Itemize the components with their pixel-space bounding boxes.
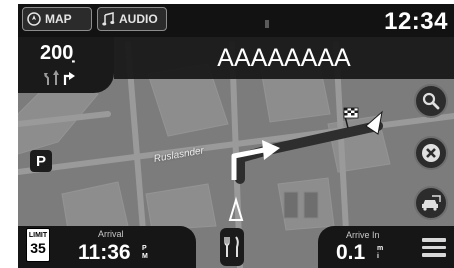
arrival-panel[interactable]: LIMIT 35 Arrival 11:36 P M — [18, 226, 196, 268]
navigation-screen: Ruslasnder MAP AUDIO 12:34 200̣ AAAAAAAA… — [18, 4, 454, 268]
parking-icon[interactable]: P — [30, 150, 52, 172]
arrive-in-value: 0.1 — [336, 241, 366, 264]
next-street-banner: AAAAAAAA — [114, 37, 454, 79]
arrive-in-label: Arrive In — [346, 230, 380, 240]
traffic-car-icon — [422, 195, 441, 211]
audio-tab[interactable]: AUDIO — [97, 7, 167, 31]
magnifier-icon — [422, 92, 440, 110]
map-tab-label: MAP — [45, 12, 72, 26]
status-bar: MAP AUDIO 12:34 — [18, 4, 454, 37]
close-icon — [422, 144, 440, 162]
clock: 12:34 — [384, 8, 448, 35]
map-tab[interactable]: MAP — [22, 7, 92, 31]
speed-limit-value: 35 — [30, 240, 46, 256]
arrival-label: Arrival — [98, 229, 124, 239]
cancel-route-button[interactable] — [414, 136, 448, 170]
hamburger-menu-icon[interactable] — [422, 238, 446, 260]
music-note-icon — [102, 12, 115, 26]
arrival-time: 11:36 — [78, 241, 131, 264]
fork-knife-icon — [224, 236, 239, 257]
arrive-in-unit: m i — [377, 245, 384, 260]
search-button[interactable] — [414, 84, 448, 118]
gps-signal-icon — [264, 16, 270, 34]
speed-limit-label: LIMIT — [28, 232, 48, 239]
trip-info-bar: LIMIT 35 Arrival 11:36 P M Arrive In 0.1… — [18, 226, 454, 268]
turn-distance: 200̣ — [40, 42, 74, 64]
compass-icon — [27, 12, 41, 26]
traffic-button[interactable] — [414, 186, 448, 220]
next-turn-panel[interactable]: 200̣ — [18, 37, 114, 93]
food-button[interactable] — [220, 228, 244, 266]
arrival-ampm: P M — [142, 245, 148, 260]
arrive-in-panel[interactable]: Arrive In 0.1 m i — [318, 226, 454, 268]
speed-limit-sign: LIMIT 35 — [26, 228, 50, 262]
audio-tab-label: AUDIO — [119, 12, 158, 26]
lane-guidance-icon — [44, 70, 75, 85]
